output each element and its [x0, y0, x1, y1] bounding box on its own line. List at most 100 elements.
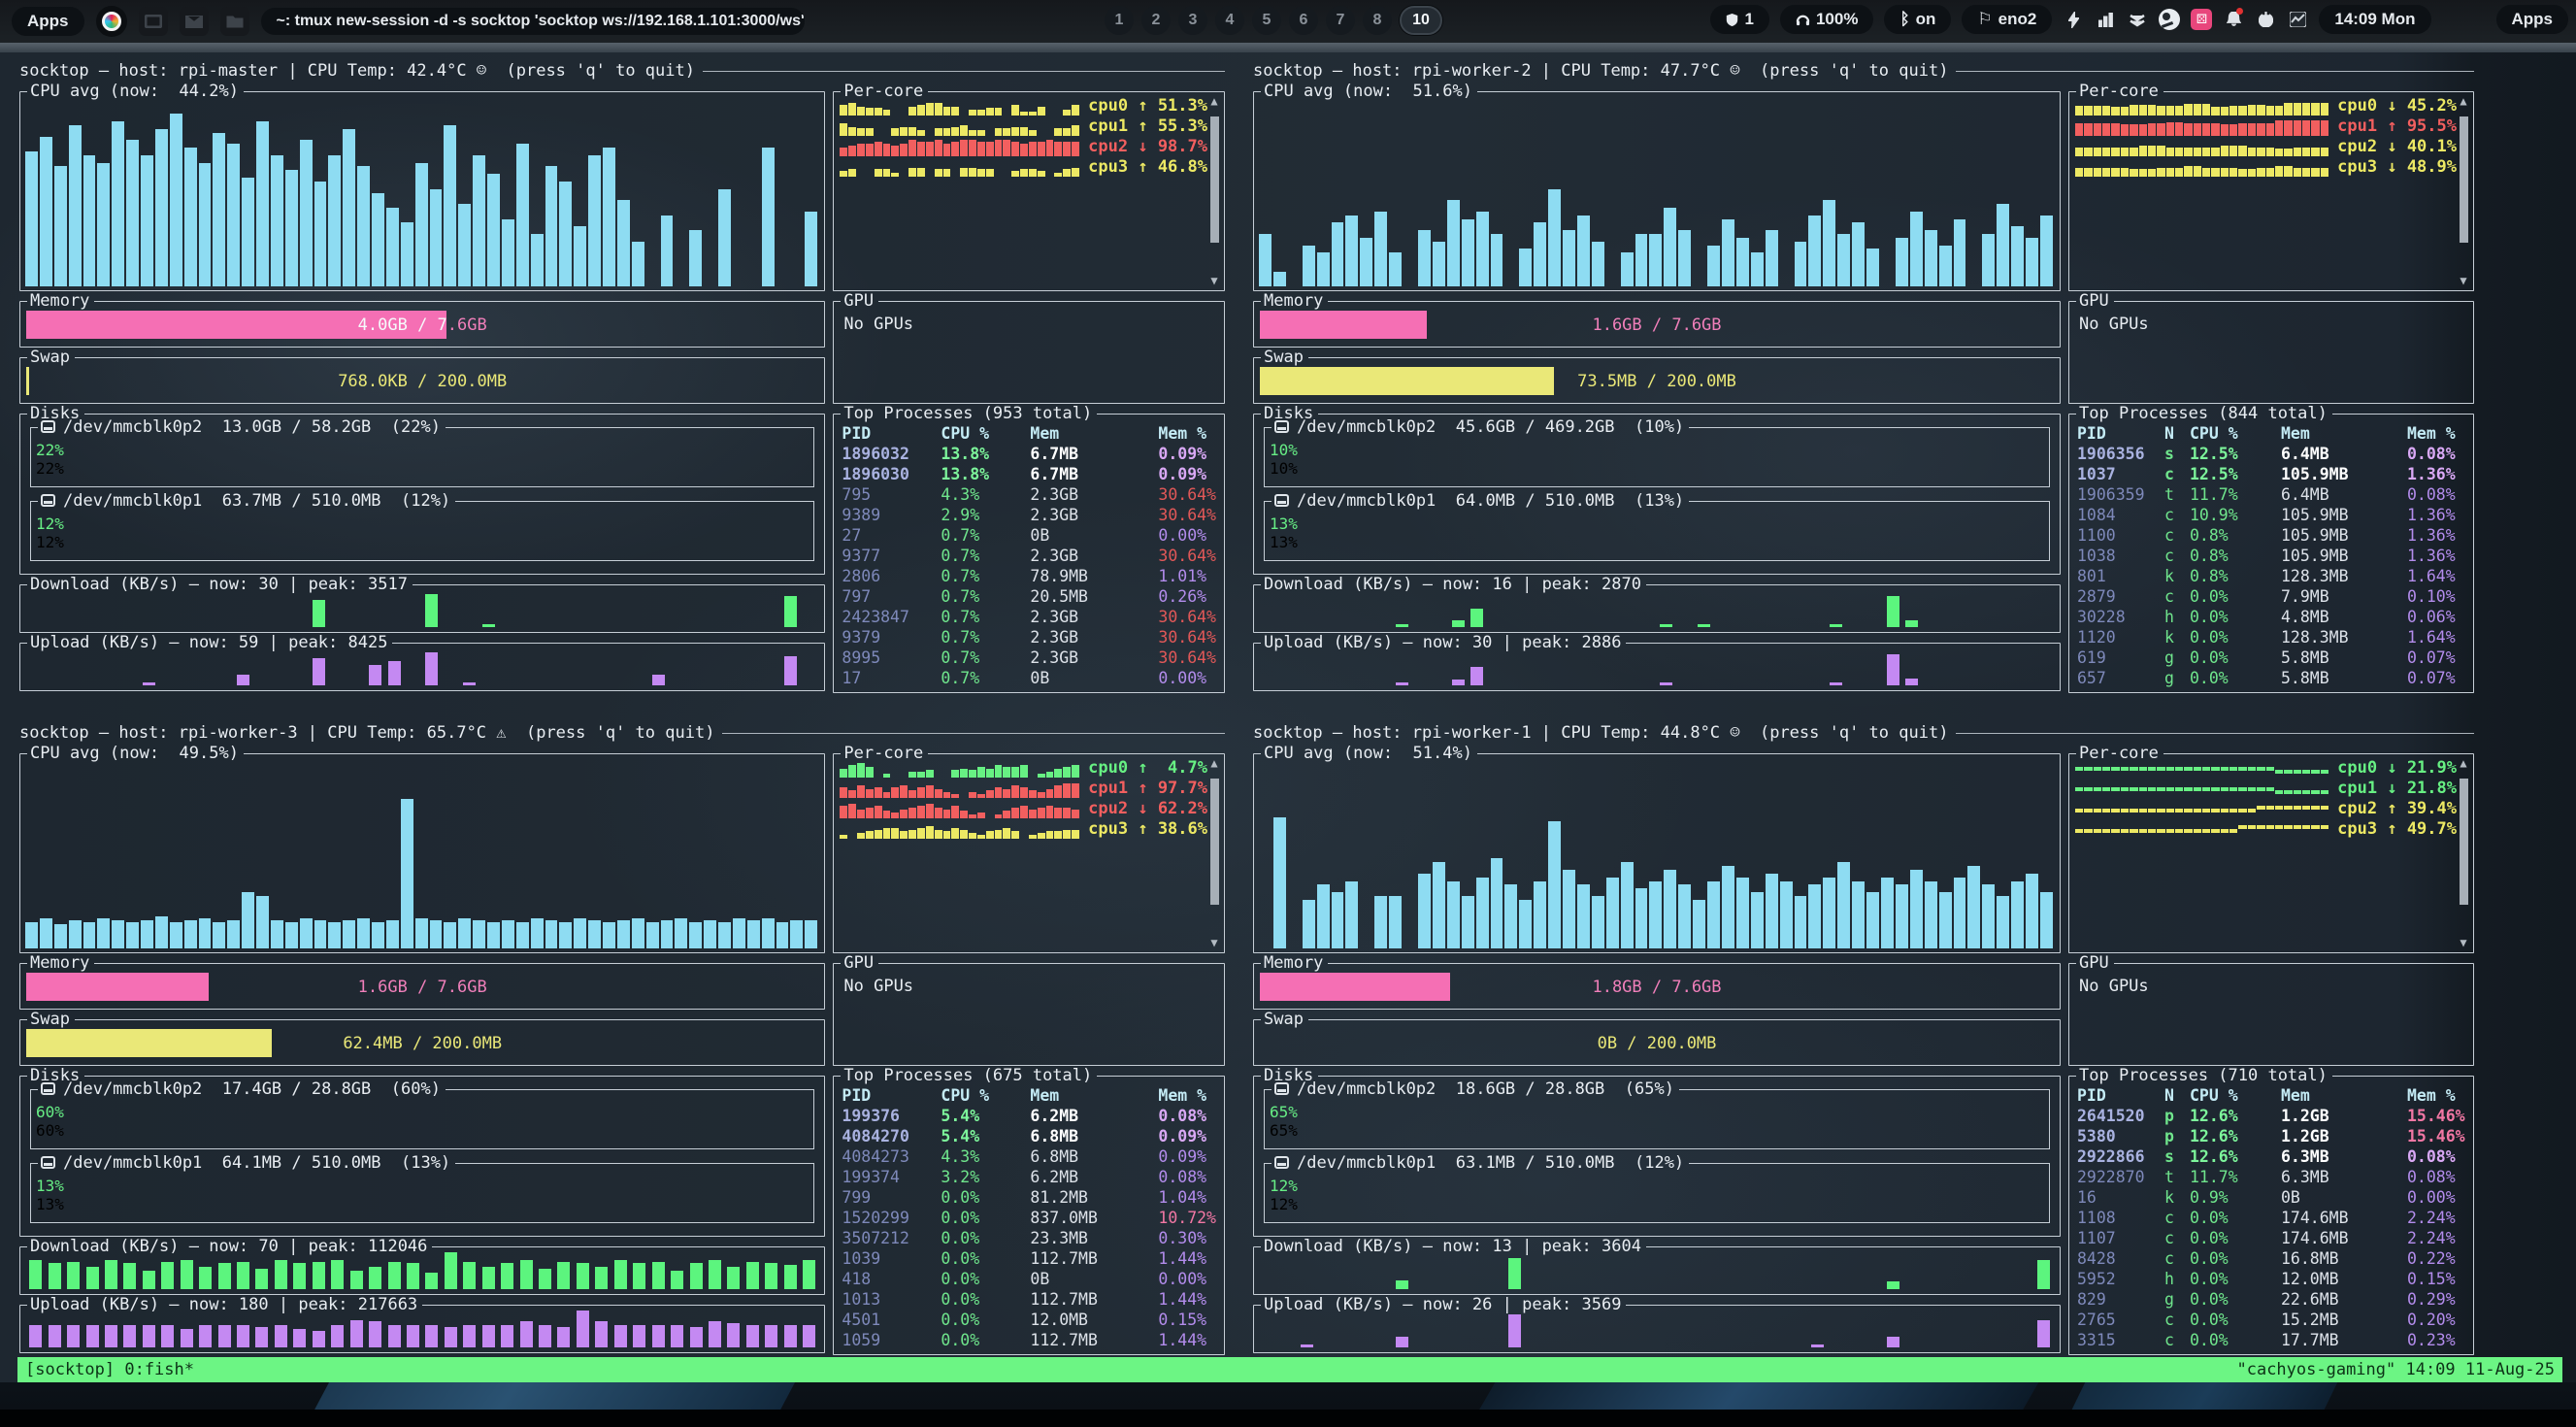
download-bar	[2034, 1252, 2053, 1289]
workspace-pill-4[interactable]: 4	[1215, 6, 1244, 35]
power-icon[interactable]	[2255, 7, 2276, 32]
process-table-header: PIDNCPU %MemMem %	[2077, 423, 2465, 444]
window-icon[interactable]	[139, 7, 168, 36]
scroll-down-icon[interactable]: ▼	[2460, 275, 2466, 286]
cpu-graph-bar	[2040, 99, 2055, 286]
folder-icon[interactable]	[220, 7, 249, 36]
workspace-pill-7[interactable]: 7	[1326, 6, 1355, 35]
upload-bar	[1865, 1311, 1883, 1347]
swap-panel: Swap 0B / 200.0MB0B / 200.0MB	[1253, 1019, 2061, 1066]
process-cell: 2.3GB	[1030, 608, 1158, 626]
per-core-scrollbar[interactable]: ▲ ▼	[2457, 95, 2470, 286]
download-bar	[366, 590, 384, 627]
system-monitor-tray-icon[interactable]	[2287, 7, 2308, 32]
scrollbar-thumb[interactable]	[2460, 116, 2468, 243]
cpu-graph-bar	[1866, 99, 1881, 286]
scroll-up-icon[interactable]: ▲	[2460, 95, 2466, 107]
volume-indicator[interactable]: 100%	[1780, 5, 1873, 34]
upload-panel: Upload (KB/s) — now: 59 | peak: 8425	[19, 643, 825, 691]
process-cell: 0.0%	[2190, 587, 2281, 606]
download-bar	[1657, 590, 1675, 627]
apps-overview-button[interactable]: Apps	[2496, 5, 2569, 34]
process-cell: 8428	[2077, 1249, 2164, 1268]
process-cell: 10.72%	[1158, 1209, 1216, 1227]
gpu-panel: GPU No GPUs	[2068, 963, 2474, 1066]
scroll-up-icon[interactable]: ▲	[2460, 757, 2466, 769]
upload-bar	[781, 1311, 800, 1347]
cpu-graph-bar	[1635, 761, 1650, 948]
cpu-graph-bar	[1925, 99, 1939, 286]
per-core-scrollbar[interactable]: ▲ ▼	[1207, 95, 1221, 286]
cpu-graph-bar	[1491, 761, 1505, 948]
cpu-graph-bar	[1954, 99, 1968, 286]
network-indicator[interactable]: ⚐ eno2	[1962, 5, 2052, 34]
workspace-pill-2[interactable]: 2	[1141, 6, 1171, 35]
cpu-graph-bar	[227, 99, 242, 286]
swap-usage-bar: 73.5MB / 200.0MB73.5MB / 200.0MB	[1260, 367, 2054, 395]
download-bar	[1600, 590, 1618, 627]
download-bar	[592, 1252, 611, 1289]
notification-bell-icon[interactable]	[2223, 7, 2244, 32]
process-row: 24238470.7%2.3GB30.64%	[842, 607, 1216, 627]
upload-bar	[26, 1311, 45, 1347]
workspace-pill-1[interactable]: 1	[1105, 6, 1134, 35]
scroll-down-icon[interactable]: ▼	[1210, 937, 1217, 948]
per-core-scrollbar[interactable]: ▲ ▼	[1207, 757, 1221, 948]
process-row: 5380p12.6%1.2GB15.46%	[2077, 1126, 2465, 1146]
scroll-up-icon[interactable]: ▲	[1210, 95, 1217, 107]
upload-bar	[328, 648, 347, 685]
cpu-graph-bar	[256, 761, 271, 948]
download-bar	[196, 590, 215, 627]
download-bar	[498, 1252, 516, 1289]
cpu-graph-bar	[213, 761, 227, 948]
upload-bar	[1260, 648, 1278, 685]
cpu-graph-bar	[1404, 99, 1418, 286]
resource-bars-icon[interactable]	[2095, 7, 2116, 32]
bluetooth-indicator[interactable]: ᛒ on	[1884, 5, 1951, 34]
process-cell: p	[2164, 1127, 2190, 1145]
scrollbar-thumb[interactable]	[1210, 116, 1219, 243]
cpu-graph-bar	[1881, 761, 1896, 948]
slack-app-icon[interactable]	[96, 6, 127, 37]
scroll-down-icon[interactable]: ▼	[1210, 275, 1217, 286]
workspace-pill-8[interactable]: 8	[1363, 6, 1392, 35]
workspace-pill-10[interactable]: 10	[1400, 6, 1442, 35]
game-dice-icon[interactable]: ⚄	[2191, 9, 2212, 30]
upload-bar	[592, 1311, 611, 1347]
vpn-shield-indicator[interactable]: 1	[1710, 5, 1768, 34]
tmux-window-title[interactable]: ~: tmux new-session -d -s socktop 'sockt…	[261, 8, 805, 35]
mail-icon[interactable]	[180, 7, 209, 36]
download-bar	[536, 590, 554, 627]
cpu-graph-bar	[401, 761, 415, 948]
cpu-graph-bar	[1519, 99, 1534, 286]
scroll-up-icon[interactable]: ▲	[1210, 757, 1217, 769]
process-cell: 12.0MB	[2281, 1270, 2407, 1288]
upload-bar	[1846, 648, 1865, 685]
cpu-graph-bar	[227, 761, 242, 948]
process-cell: 1.44%	[1158, 1331, 1216, 1349]
cpu-graph-bar	[502, 761, 516, 948]
workspace-pill-6[interactable]: 6	[1289, 6, 1318, 35]
process-cell: 0.09%	[1158, 465, 1216, 483]
cpu-graph-bar	[1736, 99, 1751, 286]
apps-menu-button[interactable]: Apps	[12, 7, 84, 36]
per-core-scrollbar[interactable]: ▲ ▼	[2457, 757, 2470, 948]
download-bar	[630, 1252, 648, 1289]
process-row: 1906356s12.5%6.4MB0.08%	[2077, 444, 2465, 464]
upload-bar	[252, 1311, 271, 1347]
workspace-pill-5[interactable]: 5	[1252, 6, 1281, 35]
clock-indicator[interactable]: 14:09 Mon	[2319, 5, 2430, 34]
cpu-graph-bar	[632, 761, 646, 948]
process-row: 93770.7%2.3GB30.64%	[842, 546, 1216, 566]
bar-label: 0B / 200.0MB	[1260, 1029, 2054, 1057]
workspace-pill-3[interactable]: 3	[1178, 6, 1207, 35]
layers-stack-icon[interactable]	[2127, 7, 2148, 32]
upload-bar	[1675, 1311, 1694, 1347]
scrollbar-thumb[interactable]	[1210, 779, 1219, 905]
upload-bar	[1336, 648, 1354, 685]
scrollbar-thumb[interactable]	[2460, 779, 2468, 905]
power-bolt-icon[interactable]	[2063, 7, 2084, 32]
scroll-down-icon[interactable]: ▼	[2460, 937, 2466, 948]
disk-entry: /dev/mmcblk0p1 64.1MB / 510.0MB (13%)13%…	[30, 1163, 814, 1223]
steam-icon[interactable]	[2159, 9, 2180, 30]
